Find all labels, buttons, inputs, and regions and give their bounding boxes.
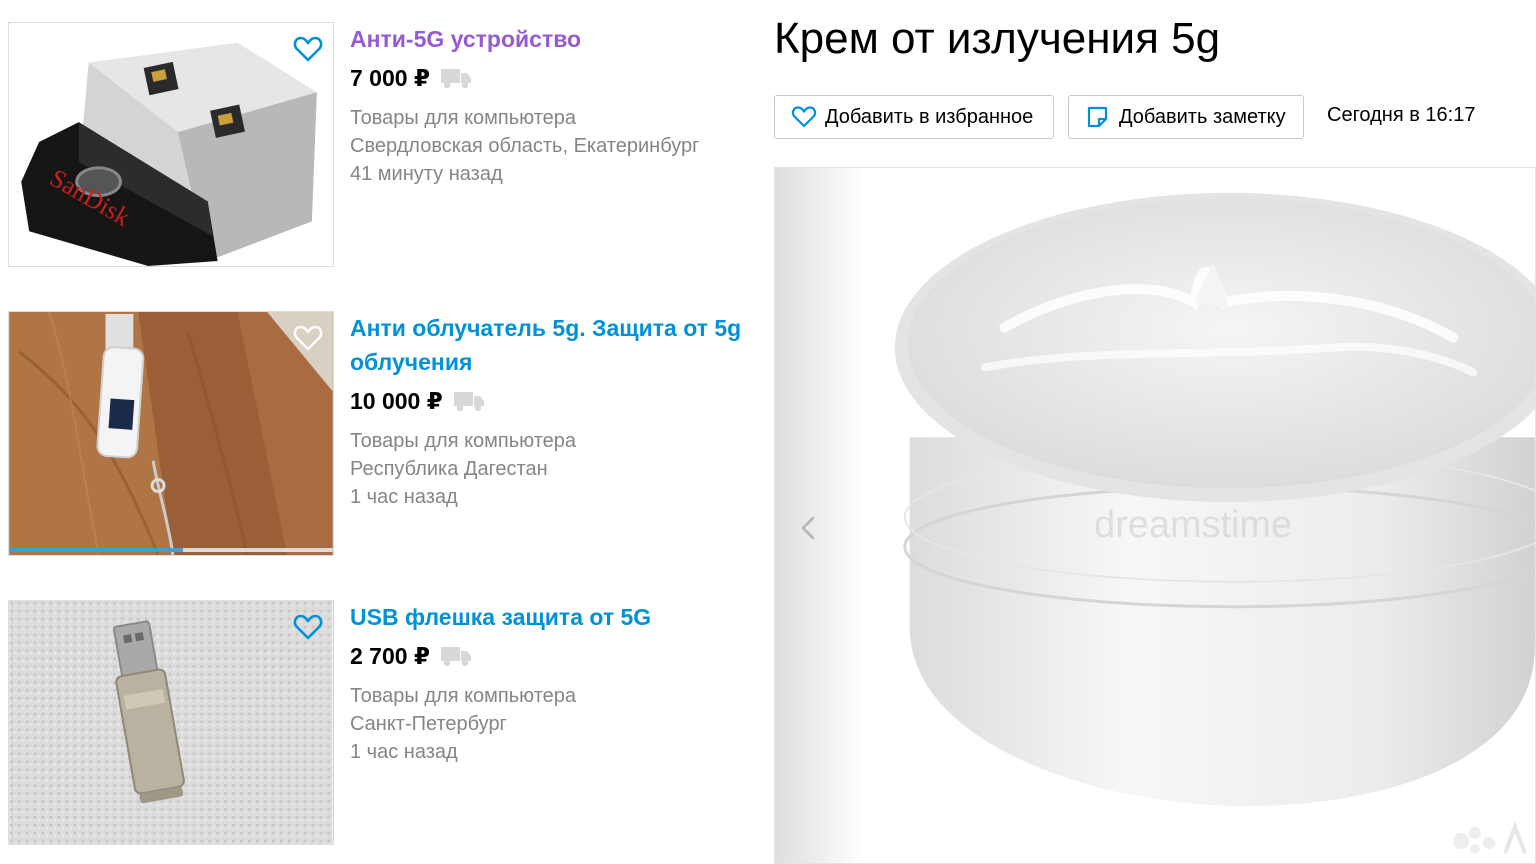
truck-icon [440,647,471,667]
ad-detail: Крем от излучения 5g Добавить в избранно… [774,0,1536,864]
photo-gallery[interactable]: dreamstime [774,167,1536,864]
heart-icon[interactable] [293,35,323,63]
usb-flash-drive-image [9,601,333,844]
listing-category: Товары для компьютера [350,430,577,452]
listing-3-thumbnail[interactable] [8,600,334,845]
watermark-text: dreamstime [1094,504,1292,546]
chevron-left-icon[interactable] [793,508,823,548]
listing-location: Республика Дагестан [350,458,548,480]
listing-title[interactable]: Анти-5G устройство [350,22,748,56]
add-to-favorites-label: Добавить в избранное [825,105,1034,128]
listing-2-thumbnail[interactable] [8,311,334,556]
heart-icon[interactable] [293,613,323,641]
listing-card-1[interactable]: SanDisk Анти-5G устройство 7 000 ₽ Товар… [8,22,748,268]
site-logo-watermark [1453,821,1527,854]
note-icon [1087,106,1108,128]
listing-1-thumbnail[interactable]: SanDisk [8,22,334,267]
truck-icon [440,69,471,89]
listing-location: Свердловская область, Екатеринбург [350,135,700,157]
usb-drive-image: SanDisk [9,23,333,266]
listing-price: 10 000 ₽ [350,387,443,414]
usb-device-on-wood-image [9,312,333,555]
listing-time: 41 минуту назад [350,163,503,185]
listing-category: Товары для компьютера [350,685,577,707]
listing-time: 1 час назад [350,486,458,508]
listing-card-3[interactable]: USB флешка защита от 5G 2 700 ₽ Товары д… [8,600,748,846]
listing-category: Товары для компьютера [350,107,577,129]
heart-icon [791,106,817,128]
listing-title[interactable]: Анти облучатель 5g. Защита от 5g облучен… [350,311,748,379]
listing-time: 1 час назад [350,741,458,763]
posted-date: Сегодня в 16:17 [1327,104,1476,126]
add-note-label: Добавить заметку [1119,105,1286,128]
cream-jar-photo: dreamstime [775,168,1535,863]
listing-card-2[interactable]: Анти облучатель 5g. Защита от 5g облучен… [8,311,748,557]
truck-icon [453,392,484,412]
add-note-button[interactable]: Добавить заметку [1068,95,1304,139]
ad-title: Крем от излучения 5g [774,14,1221,63]
listing-location: Санкт-Петербург [350,713,507,735]
heart-icon[interactable] [293,324,323,352]
listing-title[interactable]: USB флешка защита от 5G [350,600,748,634]
listing-price: 7 000 ₽ [350,64,430,91]
listing-price: 2 700 ₽ [350,642,430,669]
add-to-favorites-button[interactable]: Добавить в избранное [774,95,1054,139]
